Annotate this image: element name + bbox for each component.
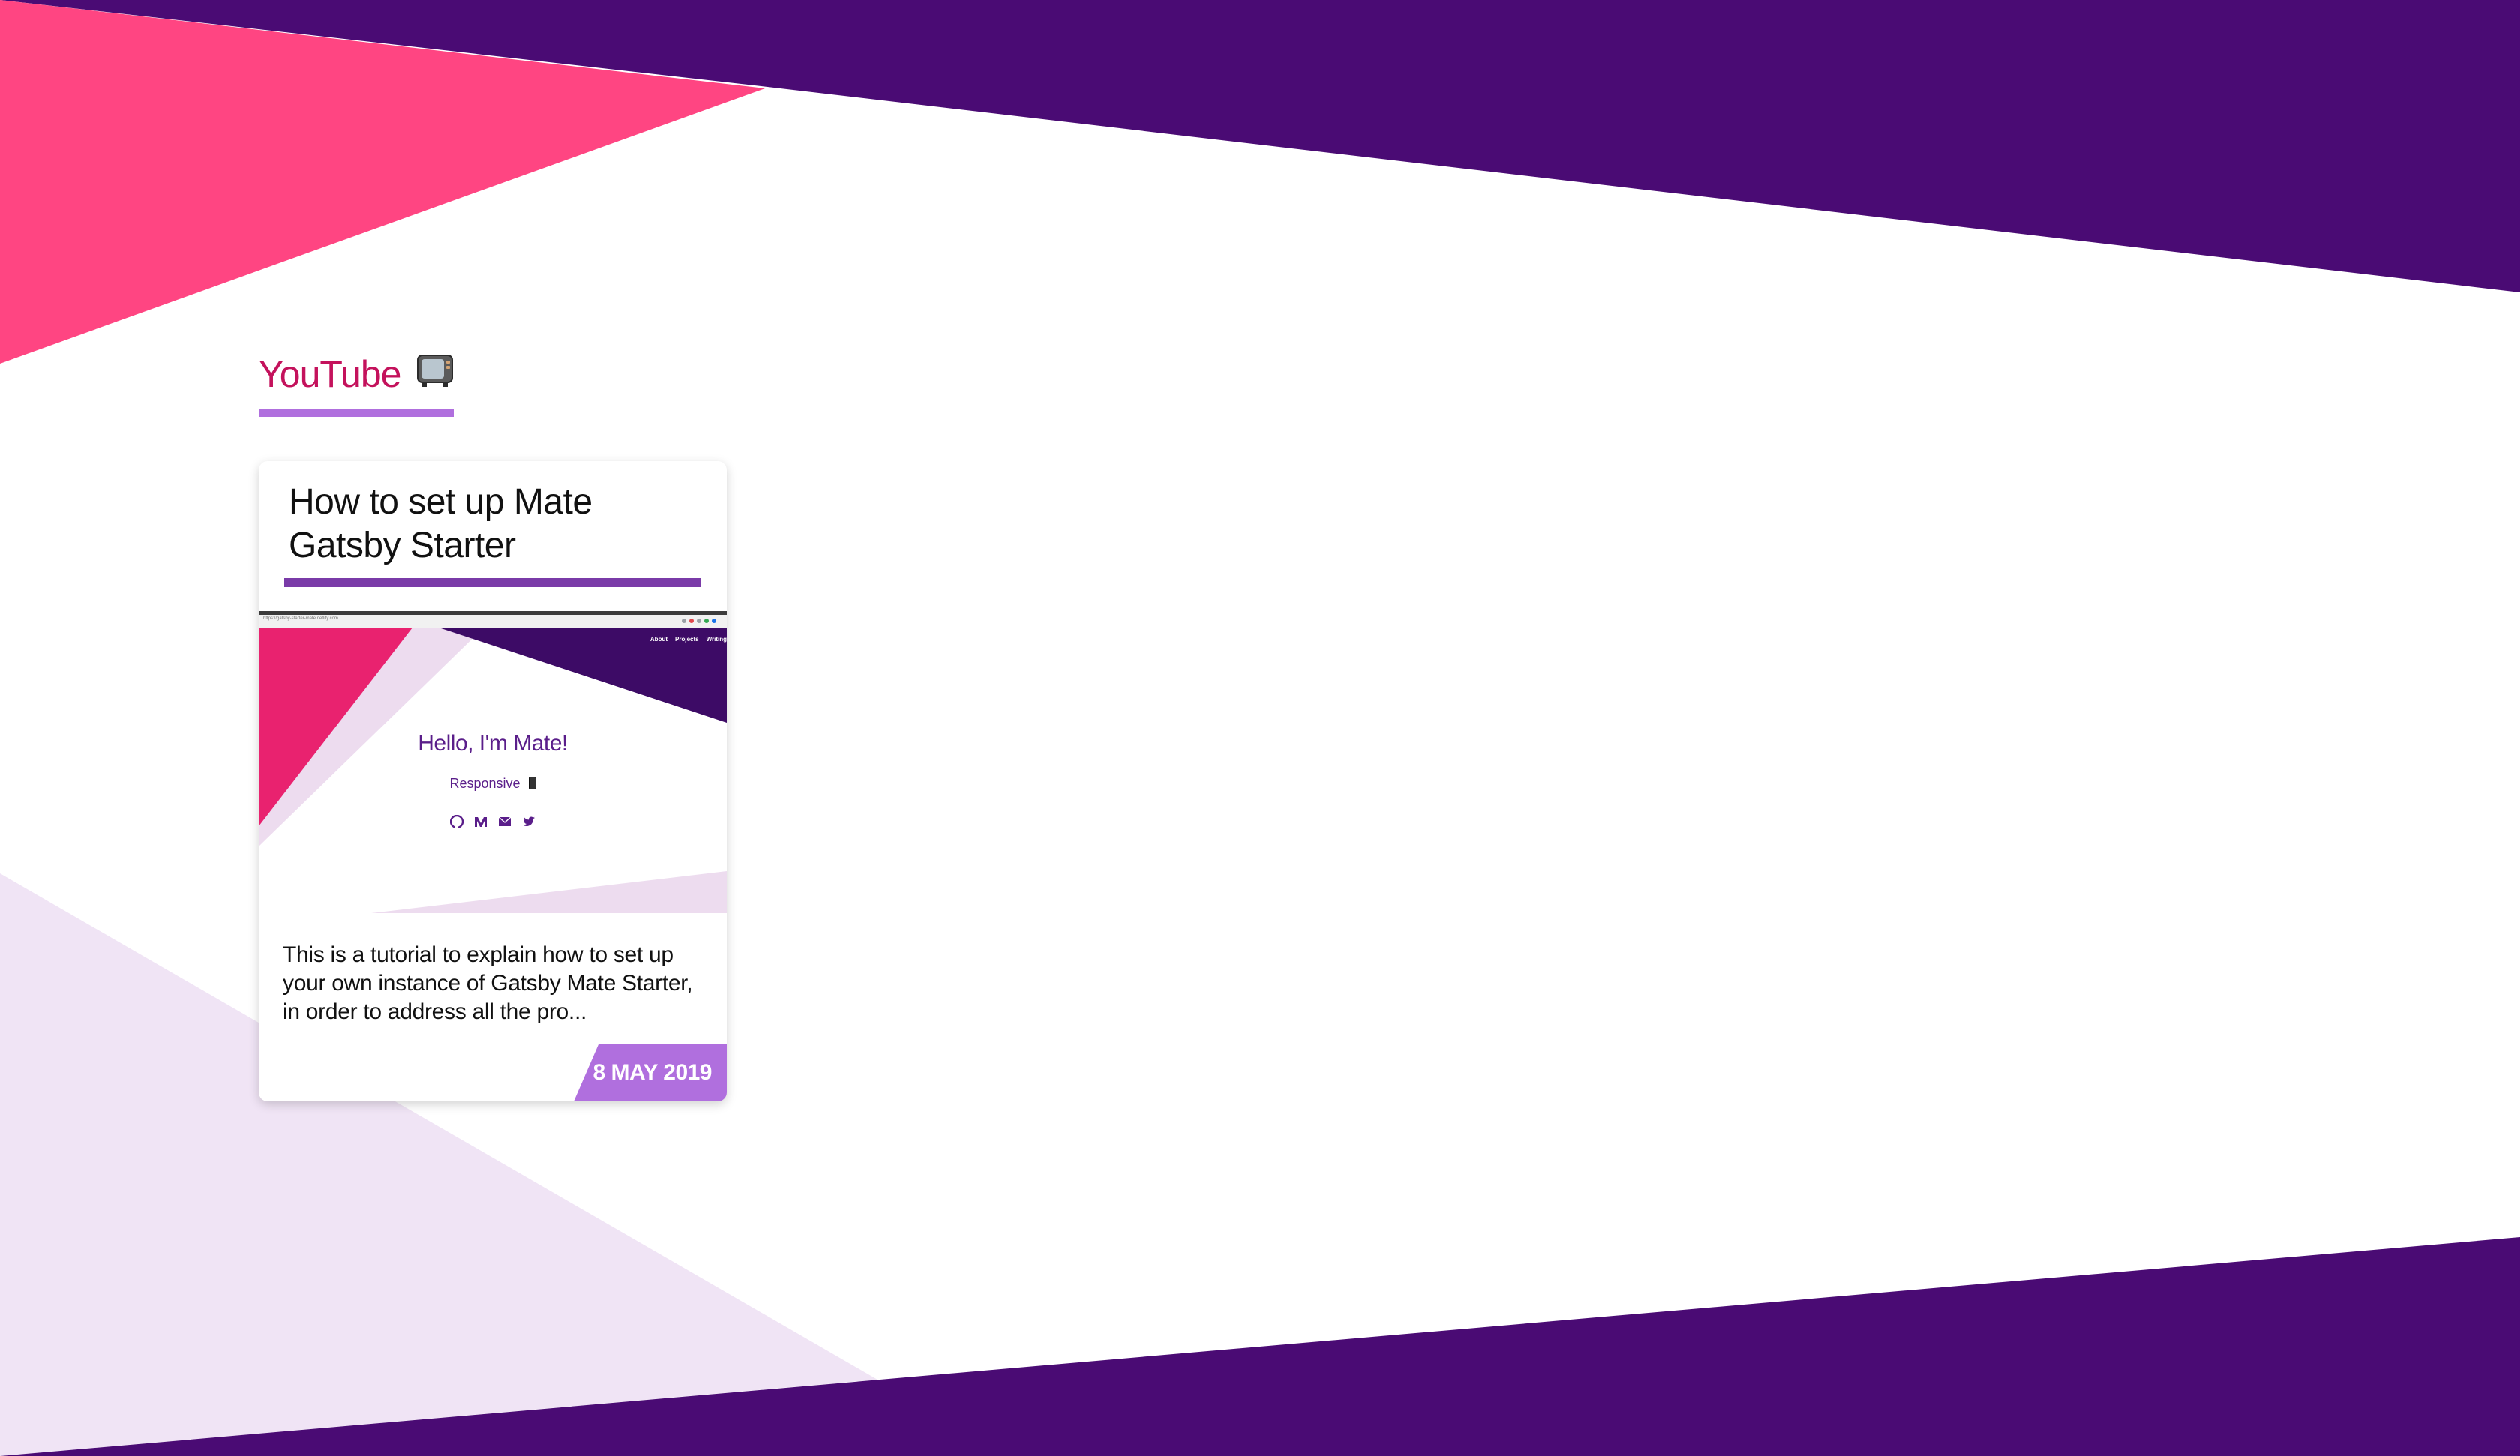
thumbnail-hero-shapes bbox=[259, 628, 727, 913]
thumbnail-tagline: Responsive bbox=[259, 776, 727, 792]
thumbnail-url: https://gatsby-starter-mate.netlify.com bbox=[263, 616, 338, 621]
section-heading-text: YouTube bbox=[259, 353, 401, 395]
thumbnail-browser-bar: https://gatsby-starter-mate.netlify.com bbox=[259, 611, 727, 628]
thumbnail-browser-dots bbox=[682, 619, 716, 623]
thumbnail-nav-writing: Writing bbox=[706, 636, 727, 643]
card-description: This is a tutorial to explain how to set… bbox=[283, 942, 693, 1024]
television-icon bbox=[416, 355, 453, 387]
video-card[interactable]: How to set up Mate Gatsby Starter https:… bbox=[259, 461, 727, 1101]
card-title-wrap: How to set up Mate Gatsby Starter bbox=[284, 481, 701, 587]
card-title: How to set up Mate Gatsby Starter bbox=[289, 482, 592, 565]
thumbnail-nav: About Projects Writing bbox=[650, 636, 727, 643]
thumbnail-greeting: Hello, I'm Mate! bbox=[418, 731, 568, 756]
thumbnail-nav-about: About bbox=[650, 636, 668, 643]
video-thumbnail[interactable]: https://gatsby-starter-mate.netlify.com … bbox=[259, 611, 727, 913]
date-badge-text: 8 MAY 2019 bbox=[592, 1060, 712, 1085]
github-icon bbox=[450, 815, 464, 828]
thumbnail-social-icons bbox=[259, 815, 727, 828]
section-heading: YouTube bbox=[259, 352, 454, 417]
twitter-icon bbox=[523, 816, 535, 826]
medium-icon bbox=[475, 817, 487, 827]
date-badge: 8 MAY 2019 bbox=[574, 1044, 727, 1101]
thumbnail-tagline-text: Responsive bbox=[449, 776, 520, 791]
page: YouTube How to set up Mate Gatsby Starte… bbox=[0, 0, 2520, 1456]
mobile-phone-icon bbox=[528, 777, 536, 789]
email-icon bbox=[498, 816, 512, 826]
thumbnail-nav-projects: Projects bbox=[675, 636, 699, 643]
